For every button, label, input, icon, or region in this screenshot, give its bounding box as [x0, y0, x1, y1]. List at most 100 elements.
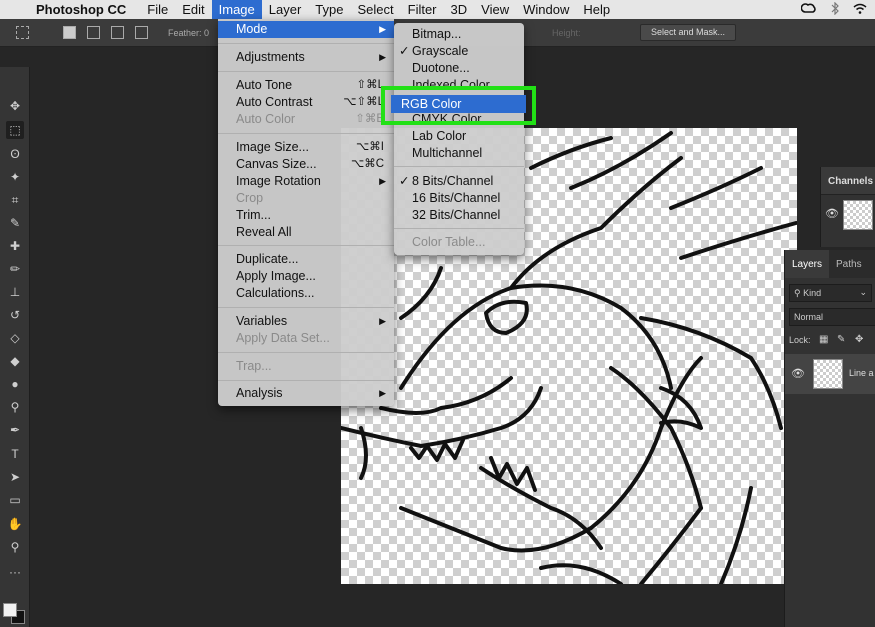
menu-3d[interactable]: 3D	[444, 0, 475, 19]
channel-thumbnail[interactable]	[843, 200, 873, 230]
menu-layer[interactable]: Layer	[262, 0, 309, 19]
healing-brush-tool-icon[interactable]: ✚	[6, 237, 24, 255]
path-selection-tool-icon[interactable]: ➤	[6, 468, 24, 486]
history-brush-tool-icon[interactable]: ↺	[6, 306, 24, 324]
menu-item-crop: Crop	[236, 191, 264, 205]
menu-item-duplicate[interactable]: Duplicate...	[218, 251, 394, 268]
rgb-color-highlighted[interactable]: RGB Color	[391, 95, 526, 113]
menu-divider	[394, 228, 524, 229]
menu-view[interactable]: View	[474, 0, 516, 19]
select-and-mask-button[interactable]: Select and Mask...	[640, 24, 736, 41]
magic-wand-tool-icon[interactable]: ✦	[6, 168, 24, 186]
zoom-tool-icon[interactable]: ⚲	[6, 538, 24, 556]
submenu-arrow-icon: ▶	[379, 52, 386, 62]
menu-item-lab-color[interactable]: Lab Color	[394, 128, 524, 145]
analysis-label: Analysis	[236, 386, 283, 400]
subtract-selection-icon[interactable]	[111, 26, 124, 39]
menu-help[interactable]: Help	[576, 0, 617, 19]
menu-item-image-rotation[interactable]: Image Rotation ▶	[218, 173, 394, 190]
layer-row[interactable]: 👁 Line a	[785, 354, 875, 394]
menu-item-variables[interactable]: Variables ▶	[218, 313, 394, 330]
menu-item-image-size[interactable]: Image Size... ⌥⌘I	[218, 139, 394, 156]
menu-select[interactable]: Select	[350, 0, 400, 19]
wifi-icon[interactable]	[853, 3, 867, 17]
lock-pixels-icon[interactable]: ▦	[819, 334, 828, 345]
menu-item-auto-contrast[interactable]: Auto Contrast ⌥⇧⌘L	[218, 94, 394, 111]
menu-divider	[218, 380, 394, 381]
menu-item-grayscale[interactable]: ✓ Grayscale	[394, 43, 524, 60]
menu-item-mode[interactable]: Mode ▶	[218, 21, 394, 38]
menu-item-adjustments[interactable]: Adjustments ▶	[218, 49, 394, 66]
marquee-tool-icon[interactable]: ⬚	[6, 121, 24, 139]
pen-tool-icon[interactable]: ✒	[6, 421, 24, 439]
layers-panel: Layers Paths ⚲ Kind ⌄ Normal Lock: ▦ ✎ ✥…	[784, 250, 875, 627]
eye-icon[interactable]: 👁	[791, 367, 805, 380]
menu-type[interactable]: Type	[308, 0, 350, 19]
auto-color-label: Auto Color	[236, 112, 296, 126]
auto-contrast-label: Auto Contrast	[236, 95, 313, 109]
menu-item-auto-color: Auto Color ⇧⌘B	[218, 111, 394, 128]
type-tool-icon[interactable]: T	[6, 445, 24, 463]
layer-name[interactable]: Line a	[849, 368, 874, 378]
menu-image[interactable]: Image	[211, 0, 262, 19]
bluetooth-icon[interactable]	[831, 1, 839, 18]
menu-item-auto-tone[interactable]: Auto Tone ⇧⌘L	[218, 77, 394, 94]
move-tool-icon[interactable]: ✥	[6, 97, 24, 115]
shape-tool-icon[interactable]: ▭	[6, 491, 24, 509]
height-label: Height:	[552, 28, 581, 38]
menu-item-apply-data-set: Apply Data Set...	[236, 331, 330, 345]
menu-window[interactable]: Window	[516, 0, 576, 19]
menu-divider	[218, 245, 394, 246]
lock-position-icon[interactable]: ✥	[855, 334, 863, 345]
app-name[interactable]: Photoshop CC	[36, 2, 126, 17]
tab-paths[interactable]: Paths	[829, 250, 869, 278]
menu-item-bitmap[interactable]: Bitmap...	[394, 26, 524, 43]
menu-item-32-bits[interactable]: 32 Bits/Channel	[394, 207, 524, 224]
eraser-tool-icon[interactable]: ◇	[6, 329, 24, 347]
more-tools-icon[interactable]: ···	[6, 563, 24, 581]
channels-title[interactable]: Channels	[821, 167, 875, 195]
variables-label: Variables	[236, 314, 288, 328]
shortcut: ⌥⌘C	[350, 158, 384, 170]
image-rotation-label: Image Rotation	[236, 174, 321, 188]
lock-paint-icon[interactable]: ✎	[837, 334, 845, 345]
menu-divider	[218, 352, 394, 353]
menu-item-multichannel[interactable]: Multichannel	[394, 145, 524, 162]
marquee-preset-icon[interactable]	[16, 26, 29, 39]
menu-edit[interactable]: Edit	[175, 0, 211, 19]
submenu-arrow-icon: ▶	[379, 176, 386, 186]
menu-item-analysis[interactable]: Analysis ▶	[218, 385, 394, 402]
hand-tool-icon[interactable]: ✋	[6, 515, 24, 533]
menu-filter[interactable]: Filter	[401, 0, 444, 19]
kind-filter-label: Kind	[803, 288, 822, 298]
lasso-tool-icon[interactable]: ʘ	[6, 145, 24, 163]
grayscale-label: Grayscale	[412, 44, 469, 58]
eyedropper-tool-icon[interactable]: ✎	[6, 214, 24, 232]
menu-item-canvas-size[interactable]: Canvas Size... ⌥⌘C	[218, 156, 394, 173]
feather-label[interactable]: Feather: 0	[168, 28, 209, 38]
add-selection-icon[interactable]	[87, 26, 100, 39]
clone-stamp-tool-icon[interactable]: ⊥	[6, 283, 24, 301]
menu-item-8-bits[interactable]: ✓ 8 Bits/Channel	[394, 173, 524, 190]
foreground-color-swatch[interactable]	[3, 603, 17, 617]
image-size-label: Image Size...	[236, 140, 309, 154]
eye-icon[interactable]: 👁	[825, 207, 839, 220]
blend-mode-select[interactable]: Normal	[789, 308, 875, 326]
intersect-selection-icon[interactable]	[135, 26, 148, 39]
brush-tool-icon[interactable]: ✏	[6, 260, 24, 278]
menu-item-apply-image[interactable]: Apply Image...	[218, 268, 394, 285]
new-selection-icon[interactable]	[63, 26, 76, 39]
menu-item-reveal-all[interactable]: Reveal All	[218, 224, 394, 241]
blur-tool-icon[interactable]: ●	[6, 375, 24, 393]
crop-tool-icon[interactable]: ⌗	[6, 191, 24, 209]
menu-file[interactable]: File	[140, 0, 175, 19]
menu-item-trim[interactable]: Trim...	[218, 207, 394, 224]
menu-item-calculations[interactable]: Calculations...	[218, 285, 394, 302]
creative-cloud-icon[interactable]	[800, 2, 817, 17]
paint-bucket-tool-icon[interactable]: ◆	[6, 352, 24, 370]
menu-item-duotone[interactable]: Duotone...	[394, 60, 524, 77]
layer-kind-filter[interactable]: ⚲ Kind ⌄	[789, 284, 872, 302]
menu-item-16-bits[interactable]: 16 Bits/Channel	[394, 190, 524, 207]
dodge-tool-icon[interactable]: ⚲	[6, 398, 24, 416]
tab-layers[interactable]: Layers	[785, 250, 830, 278]
